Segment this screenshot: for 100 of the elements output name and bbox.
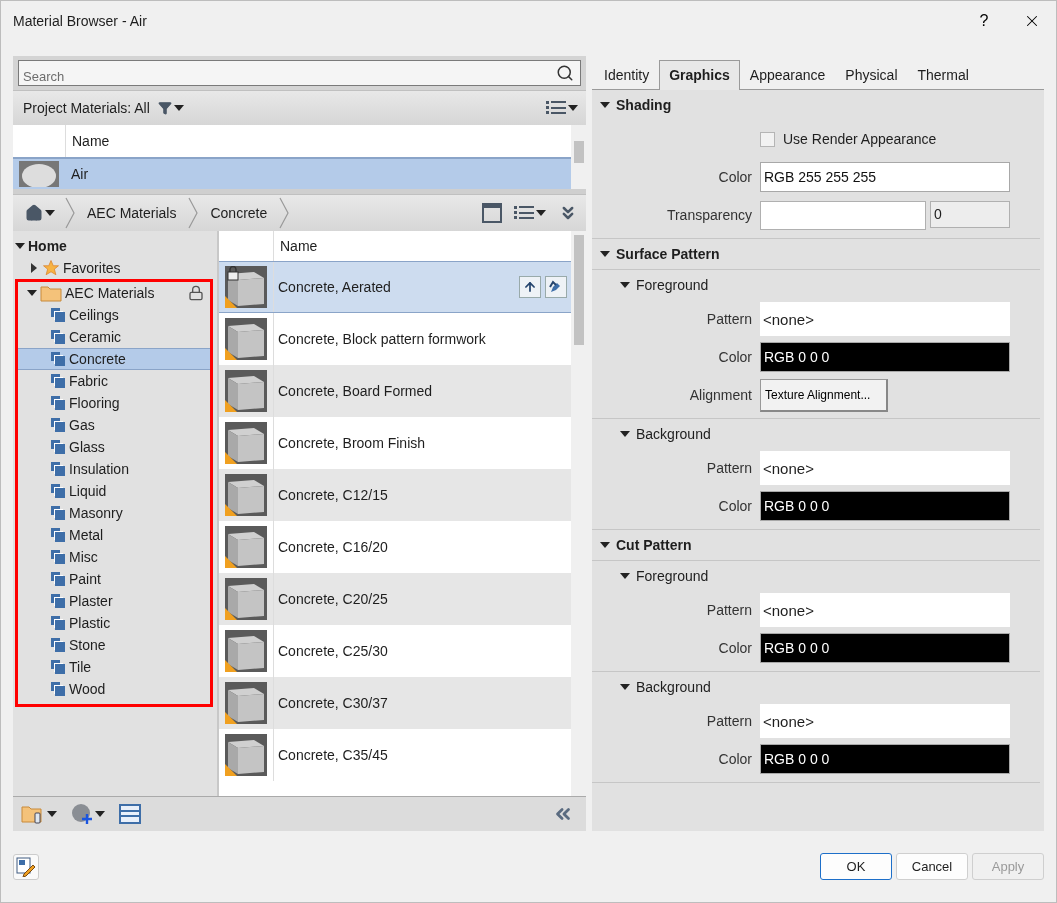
- expand-caret-icon[interactable]: [620, 280, 630, 290]
- material-thumbnail: [225, 318, 267, 360]
- tree-item[interactable]: Insulation: [69, 461, 129, 477]
- dialog-button[interactable]: OK: [820, 853, 892, 880]
- panel-icon: [482, 203, 502, 223]
- field-label: Color: [717, 640, 752, 656]
- category-icon: [50, 527, 66, 543]
- tree-item[interactable]: Ceilings: [69, 307, 119, 323]
- tree-item[interactable]: Masonry: [69, 505, 123, 521]
- tree-item[interactable]: Plaster: [69, 593, 113, 609]
- scrollbar[interactable]: [571, 231, 586, 796]
- color-field[interactable]: RGB 0 0 0: [760, 491, 1010, 521]
- expand-caret-icon[interactable]: [620, 429, 630, 439]
- category-icon: [50, 439, 66, 455]
- expand-caret-icon[interactable]: [600, 100, 610, 110]
- expand-caret-icon[interactable]: [27, 288, 37, 298]
- expand-caret-icon[interactable]: [600, 540, 610, 550]
- tree-item[interactable]: Stone: [69, 637, 106, 653]
- category-icon: [50, 681, 66, 697]
- tree-item[interactable]: Gas: [69, 417, 95, 433]
- expand-caret-icon[interactable]: [600, 249, 610, 259]
- material-name[interactable]: Concrete, Block pattern formwork: [274, 331, 571, 347]
- category-icon: [50, 395, 66, 411]
- color-field[interactable]: RGB 0 0 0: [760, 342, 1010, 372]
- pattern-field[interactable]: <none>: [760, 593, 1010, 627]
- tree-item[interactable]: Wood: [69, 681, 106, 697]
- field-label: Pattern: [705, 460, 752, 476]
- group-title: Background: [636, 679, 711, 695]
- category-icon: [50, 615, 66, 631]
- dropdown-caret-icon: [536, 208, 546, 218]
- help-button[interactable]: ?: [960, 1, 1008, 41]
- asset-browser-button[interactable]: [117, 802, 143, 826]
- expand-caret-icon[interactable]: [29, 263, 39, 273]
- material-thumbnail: [225, 682, 267, 724]
- tab[interactable]: Identity: [594, 60, 660, 90]
- tab[interactable]: Thermal: [907, 60, 979, 90]
- material-name[interactable]: Air: [65, 166, 89, 182]
- add-to-document-button[interactable]: [519, 276, 541, 298]
- pattern-field[interactable]: <none>: [760, 302, 1010, 336]
- checkbox-label: Use Render Appearance: [783, 131, 937, 147]
- expand-caret-icon[interactable]: [620, 571, 630, 581]
- color-field[interactable]: RGB 0 0 0: [760, 633, 1010, 663]
- filter-label: Project Materials: All: [23, 100, 150, 116]
- edit-icon-button[interactable]: [13, 853, 39, 880]
- field-label: Pattern: [705, 713, 752, 729]
- color-field[interactable]: RGB 255 255 255: [760, 162, 1010, 192]
- field-label: Transparency: [665, 207, 752, 223]
- tree-item[interactable]: Ceramic: [69, 329, 122, 345]
- tree-item[interactable]: Misc: [69, 549, 98, 565]
- field-label: Color: [717, 751, 752, 767]
- edit-material-button[interactable]: [545, 276, 567, 298]
- tree-item[interactable]: Liquid: [69, 483, 107, 499]
- breadcrumb-item[interactable]: Concrete: [206, 205, 272, 221]
- tab[interactable]: Appearance: [739, 60, 836, 90]
- tree-item[interactable]: Home: [28, 238, 67, 254]
- transparency-field[interactable]: 0: [930, 200, 1010, 228]
- material-thumbnail: [225, 630, 267, 672]
- expand-caret-icon[interactable]: [15, 241, 25, 251]
- field-label: Pattern: [705, 311, 752, 327]
- pattern-field[interactable]: <none>: [760, 704, 1010, 738]
- material-name[interactable]: Concrete, C25/30: [274, 643, 571, 659]
- color-field[interactable]: RGB 0 0 0: [760, 744, 1010, 774]
- breadcrumb-item[interactable]: AEC Materials: [83, 205, 181, 221]
- expand-caret-icon[interactable]: [620, 682, 630, 692]
- sphere-plus-icon: [71, 803, 93, 825]
- dropdown-caret-icon: [95, 809, 105, 819]
- tree-item[interactable]: Plastic: [69, 615, 111, 631]
- folder-icon: [40, 284, 62, 302]
- dialog-button[interactable]: Cancel: [896, 853, 968, 880]
- tree-item[interactable]: Metal: [69, 527, 104, 543]
- tree-item[interactable]: Tile: [69, 659, 92, 675]
- material-name[interactable]: Concrete, C16/20: [274, 539, 571, 555]
- tree-item[interactable]: Glass: [69, 439, 105, 455]
- material-thumbnail: [225, 734, 267, 776]
- lock-icon: [188, 285, 204, 301]
- tab[interactable]: Graphics: [659, 60, 740, 90]
- material-name[interactable]: Concrete, Broom Finish: [274, 435, 571, 451]
- category-icon: [50, 351, 66, 367]
- category-icon: [50, 417, 66, 433]
- folder-icon: [21, 804, 45, 824]
- tree-item[interactable]: Favorites: [63, 260, 121, 276]
- tree-item[interactable]: Flooring: [69, 395, 120, 411]
- panel-view-button[interactable]: [480, 201, 504, 225]
- dropdown-caret-icon: [45, 208, 55, 218]
- tree-item[interactable]: Paint: [69, 571, 101, 587]
- checkbox[interactable]: [760, 131, 775, 147]
- transparency-slider[interactable]: [760, 200, 926, 230]
- field-label: Color: [717, 498, 752, 514]
- category-icon: [50, 549, 66, 565]
- search-field[interactable]: Search: [18, 60, 581, 86]
- group-title: Foreground: [636, 277, 709, 293]
- field-label: Alignment: [688, 387, 752, 403]
- material-name[interactable]: Concrete, C35/45: [274, 747, 571, 763]
- tree-item[interactable]: AEC Materials: [65, 285, 155, 301]
- pattern-field[interactable]: <none>: [760, 451, 1010, 485]
- create-material-button[interactable]: [69, 801, 107, 827]
- tab[interactable]: Physical: [835, 60, 908, 90]
- texture-alignment-button[interactable]: Texture Alignment...: [760, 378, 888, 412]
- tree-item[interactable]: Fabric: [69, 373, 108, 389]
- scrollbar[interactable]: [571, 125, 586, 189]
